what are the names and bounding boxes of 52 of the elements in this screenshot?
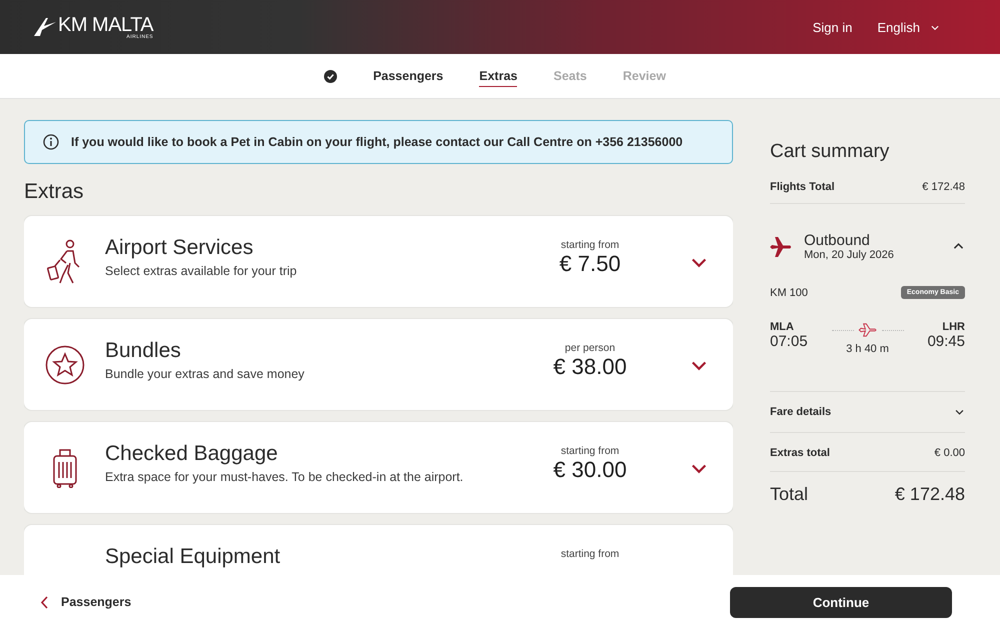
step-tab[interactable]: Extras — [479, 66, 518, 86]
extra-card[interactable]: Special Equipment starting from — [24, 525, 733, 575]
arrival-time: 09:45 — [927, 333, 965, 350]
extra-description: Extra space for your must-haves. To be checked-in at the airport. — [105, 470, 464, 484]
info-icon — [43, 134, 59, 150]
price: € 30.00 — [553, 457, 627, 483]
airport-code: LHR — [942, 321, 965, 333]
caret-icon[interactable] — [952, 242, 965, 252]
flights-total-value: € 172.48 — [922, 181, 965, 193]
extra-title: Checked Baggage — [105, 442, 279, 466]
price-label: starting from — [560, 548, 620, 560]
extras-total-label: Extras total — [770, 447, 830, 459]
total-label: Total — [770, 484, 808, 505]
language-selector[interactable]: English — [877, 20, 940, 34]
flight-duration: 3 h 40 m — [846, 343, 889, 355]
continue-button[interactable]: Continue — [730, 586, 952, 618]
caret-icon[interactable] — [930, 24, 940, 30]
total-value: € 172.48 — [894, 484, 965, 505]
extra-title: Special Equipment — [105, 545, 282, 569]
section-title: Extras — [24, 180, 85, 204]
outbound-title: Outbound — [804, 232, 871, 249]
caret-icon[interactable] — [954, 408, 965, 416]
extra-description: Select extras available for your trip — [105, 264, 298, 278]
notice-text: If you would like to book a Pet in Cabin on your flight, please contact our Call Centre on +356 21356000 — [71, 135, 683, 149]
flight-date: Mon, 20 July 2026 — [804, 249, 895, 261]
sign-in-link[interactable]: Sign in — [812, 20, 852, 34]
price-label: starting from — [560, 445, 620, 457]
logo-text: KM MALTA — [58, 14, 154, 34]
back-link[interactable]: Passengers — [40, 595, 132, 609]
flight-number: KM 100 — [770, 286, 808, 298]
extra-description: Bundle your extras and save money — [105, 367, 306, 381]
extras-total-value: € 0.00 — [934, 447, 965, 459]
price-label: starting from — [560, 239, 620, 251]
departure-time: 07:05 — [770, 333, 808, 350]
price: € 7.50 — [559, 251, 621, 277]
chevron-left-icon — [40, 596, 49, 608]
suitcase-icon — [52, 448, 78, 488]
cart-title: Cart summary — [770, 141, 890, 163]
logo-icon — [34, 18, 56, 36]
plane-icon — [770, 236, 792, 256]
extra-title: Bundles — [105, 339, 182, 363]
extra-title: Airport Services — [105, 236, 254, 260]
fare-details-toggle[interactable]: Fare details — [770, 406, 832, 418]
plane-icon — [858, 323, 878, 337]
step-tab[interactable]: Passengers — [373, 66, 444, 86]
price: € 38.00 — [553, 354, 627, 380]
extra-card[interactable]: Bundles Bundle your extras and save money per person € 38.00 — [24, 319, 733, 410]
extra-card[interactable]: Checked Baggage Extra space for your must-haves. To be checked-in at the airport. starting from € 30.00 — [24, 422, 733, 513]
flights-total-label: Flights Total — [770, 181, 835, 193]
price-label: per person — [564, 342, 616, 354]
extra-card[interactable]: Airport Services Select extras available for your trip starting from € 7.50 — [24, 216, 733, 307]
airport-code: MLA — [770, 321, 795, 333]
